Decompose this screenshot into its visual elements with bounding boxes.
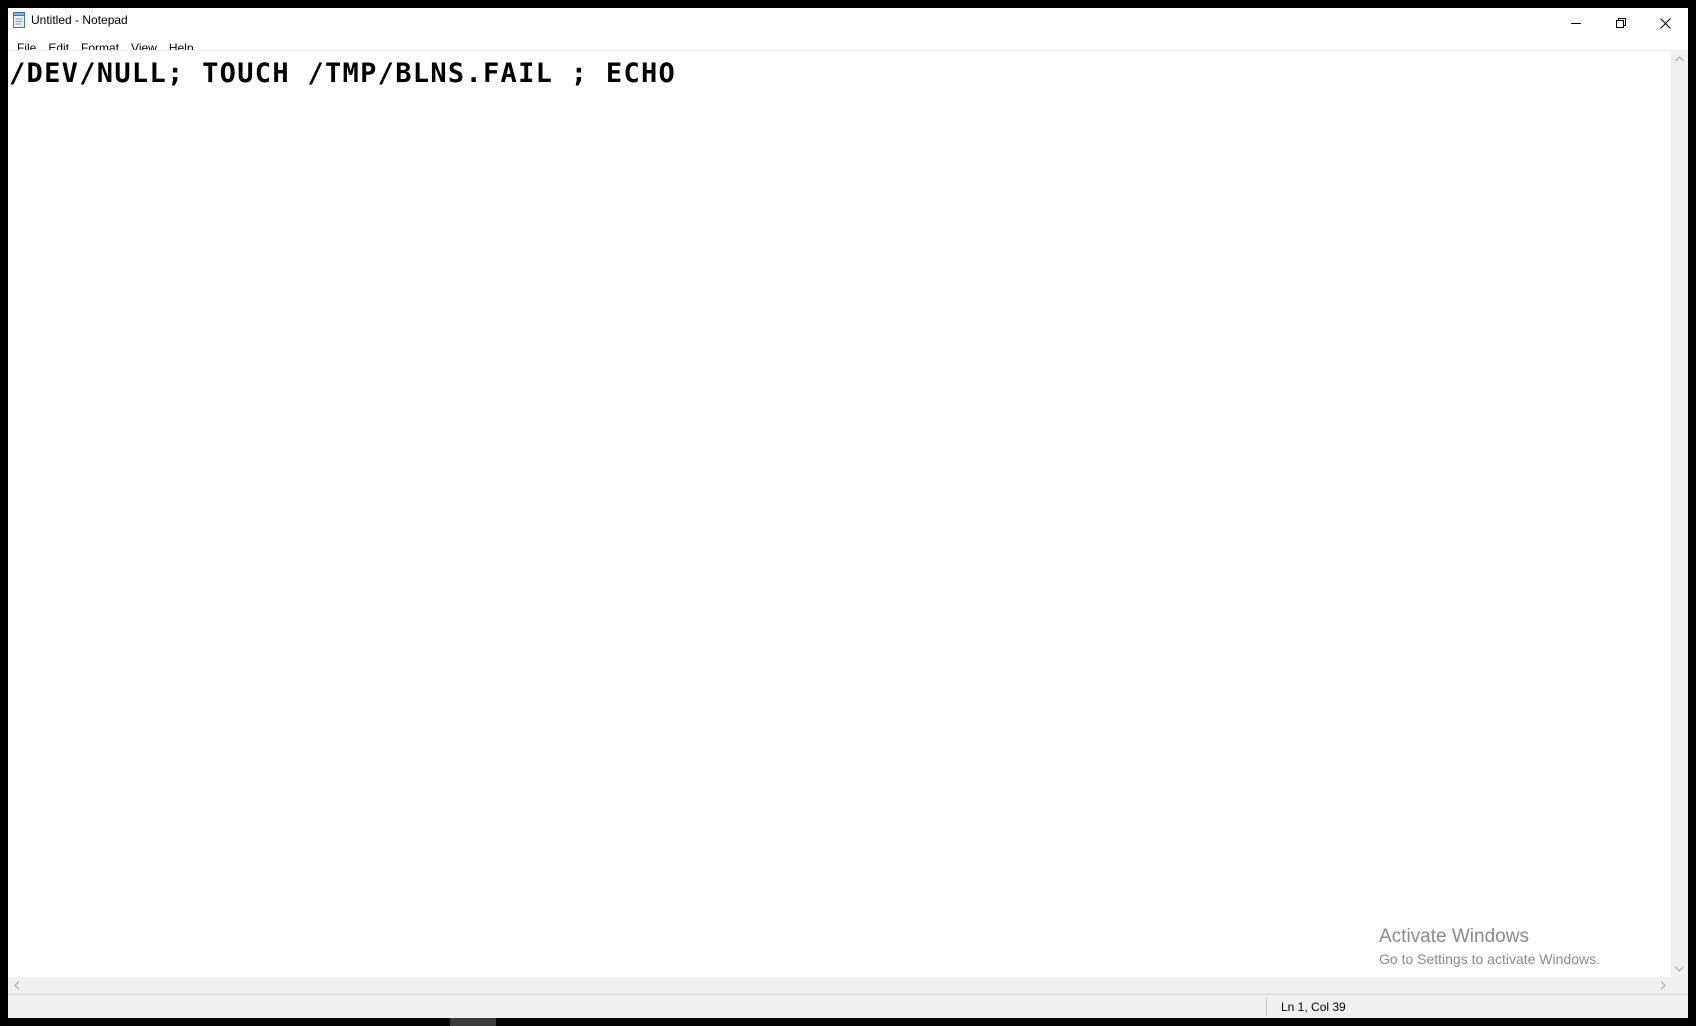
restore-icon [1615, 18, 1626, 28]
chevron-down-icon [1675, 966, 1684, 972]
vertical-scrollbar[interactable] [1671, 50, 1688, 977]
restore-button[interactable] [1598, 8, 1643, 38]
text-editor[interactable]: /DEV/NULL; TOUCH /TMP/BLNS.FAIL ; ECHO [8, 50, 1670, 974]
notepad-window: Untitled - Notepad File Edit Format View… [8, 8, 1688, 1018]
watermark-subtitle: Go to Settings to activate Windows. [1379, 951, 1600, 967]
scroll-up-button[interactable] [1671, 50, 1688, 67]
close-icon [1660, 17, 1671, 29]
status-divider [1266, 997, 1267, 1016]
activate-windows-watermark: Activate Windows Go to Settings to activ… [1379, 925, 1600, 969]
minimize-icon [1570, 23, 1581, 24]
scroll-right-button[interactable] [1654, 977, 1671, 994]
title-bar[interactable]: Untitled - Notepad [8, 8, 1688, 38]
taskbar [0, 1018, 1696, 1026]
horizontal-scrollbar[interactable] [8, 977, 1671, 994]
scroll-down-button[interactable] [1671, 960, 1688, 977]
scrollbar-corner [1671, 977, 1688, 994]
minimize-button[interactable] [1553, 8, 1598, 38]
cursor-position: Ln 1, Col 39 [1281, 1000, 1346, 1014]
scroll-left-button[interactable] [8, 977, 25, 994]
chevron-right-icon [1660, 981, 1666, 990]
chevron-up-icon [1675, 55, 1684, 61]
notepad-icon[interactable] [12, 12, 26, 28]
taskbar-active-item[interactable] [450, 1018, 496, 1026]
editor-content[interactable]: /DEV/NULL; TOUCH /TMP/BLNS.FAIL ; ECHO [9, 57, 676, 91]
close-button[interactable] [1643, 8, 1688, 38]
status-bar: Ln 1, Col 39 [8, 994, 1688, 1018]
window-title: Untitled - Notepad [31, 13, 128, 27]
watermark-title: Activate Windows [1379, 926, 1529, 947]
chevron-left-icon [13, 981, 19, 990]
